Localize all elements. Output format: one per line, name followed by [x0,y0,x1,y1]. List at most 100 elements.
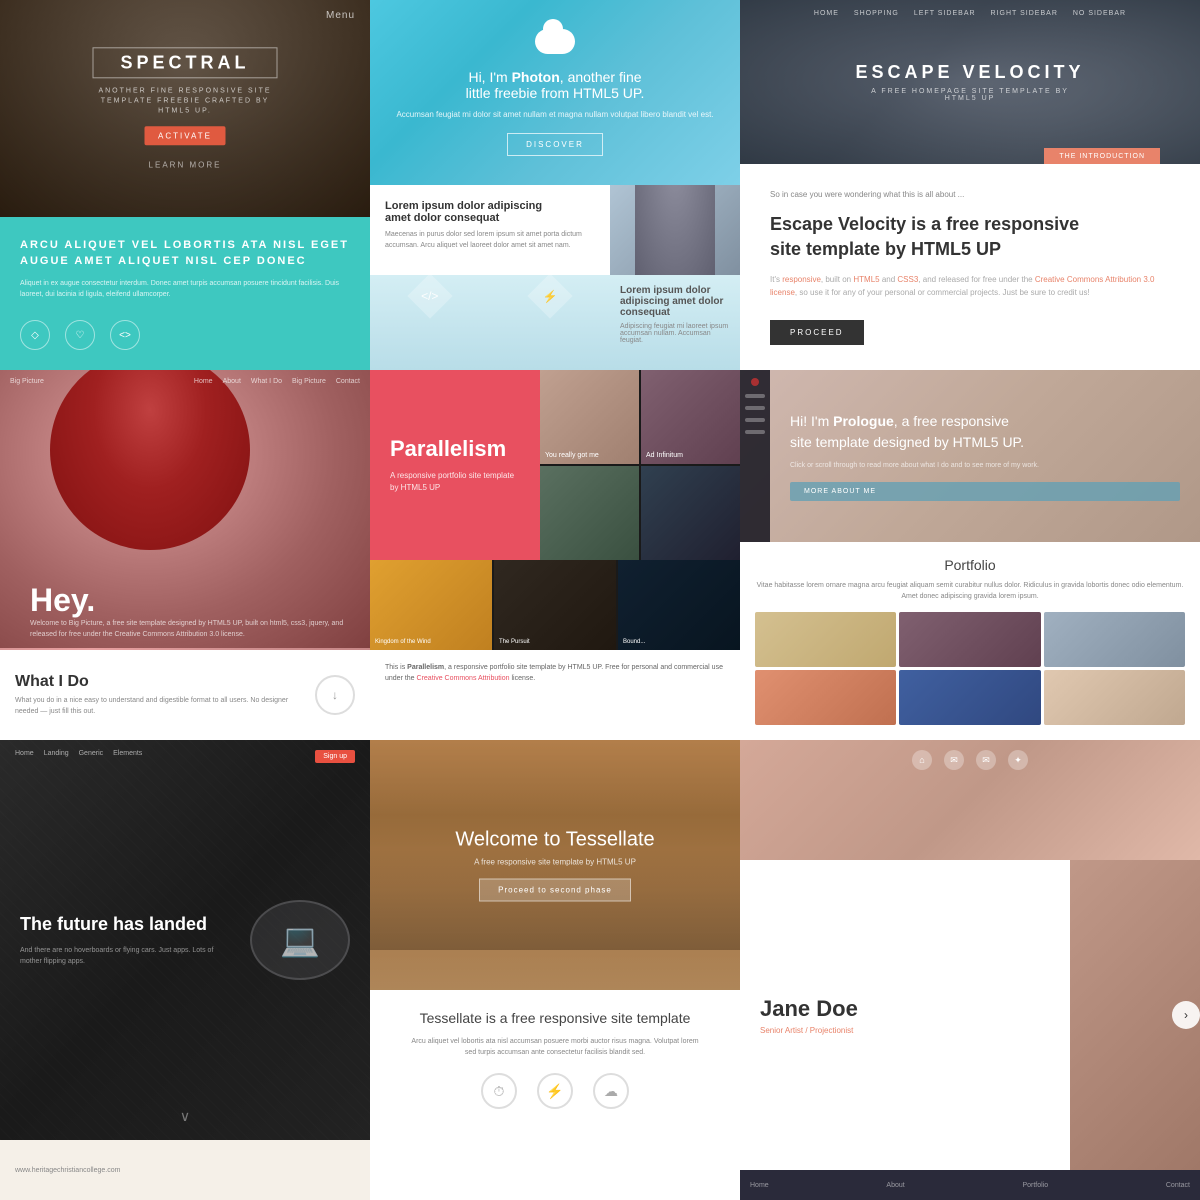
bigpic-nav-about[interactable]: About [223,378,241,385]
photon-body-text: Accumsan feugiat mi dolor sit amet nulla… [396,109,713,121]
bigpic-nav-contact[interactable]: Contact [336,378,360,385]
prologue-more-btn[interactable]: MORE ABOUT ME [790,482,1180,501]
landed-scroll-arrow[interactable]: ∨ [180,1108,190,1125]
bigpic-hair [50,370,250,550]
landed-nav-home[interactable]: Home [15,750,34,763]
escape-title: ESCAPE VELOCITY [855,62,1085,83]
spectral-learn-more[interactable]: LEARN MORE [93,160,278,169]
prologue-sidebar-item-4[interactable] [745,430,765,434]
prologue-portfolio-title: Portfolio [755,557,1185,573]
tess-bottom-text: Arcu aliquet vel lobortis ata nisl accum… [405,1036,705,1058]
bigpic-nav: Big Picture Home About What I Do Big Pic… [0,378,370,385]
prologue-portfolio: Portfolio Vitae habitasse lorem ornare m… [740,542,1200,740]
spectral-icon-2[interactable]: ♡ [65,320,95,350]
spectral-section-text: Aliquet in ex augue consectetur interdum… [20,278,350,300]
photon-code-icon: </> [421,289,438,303]
spectral-hero: Menu SPECTRAL ANOTHER FINE RESPONSIVE SI… [0,0,370,217]
escape-link-license[interactable]: Creative Commons Attribution 3.0 license [770,275,1154,297]
bigpic-nav-what[interactable]: What I Do [251,378,282,385]
photon-cloud-icon [535,29,575,54]
bigpic-template: Big Picture Home About What I Do Big Pic… [0,370,370,740]
escape-nav-left[interactable]: LEFT SIDEBAR [914,10,976,17]
spectral-icon-3[interactable]: <> [110,320,140,350]
escape-link-html5[interactable]: HTML5 [853,275,879,284]
jane-bottom-nav-home[interactable]: Home [750,1182,769,1189]
photon-diamond-1: </> [407,273,452,318]
bigpic-brand: Big Picture [10,378,44,385]
prologue-body: Click or scroll through to read more abo… [790,461,1180,472]
spectral-activate-btn[interactable]: ACTIVATE [144,126,226,145]
prologue-gallery-1[interactable] [755,612,896,667]
photon-feature-1: </> [370,275,490,370]
escape-link-css3[interactable]: CSS3 [897,275,918,284]
landed-signup-btn[interactable]: Sign up [315,750,355,763]
prologue-gallery-3[interactable] [1044,612,1185,667]
parallel-desc: This is Parallelism, a responsive portfo… [370,650,740,740]
prologue-gallery-2[interactable] [899,612,1040,667]
escape-nav-home[interactable]: HOME [814,10,839,17]
photon-feature-desc: Lorem ipsum dolor adipiscing amet dolor … [610,275,740,370]
parallel-img-2[interactable] [641,370,740,464]
spectral-icon-1[interactable]: ◇ [20,320,50,350]
parallelism-template: Parallelism A responsive portfolio site … [370,370,740,740]
bigpic-nav-big[interactable]: Big Picture [292,378,326,385]
jane-next-btn[interactable]: › [1172,1001,1200,1029]
landed-nav-generic[interactable]: Generic [79,750,104,763]
photon-content: Lorem ipsum dolor adipiscingamet dolor c… [370,185,740,275]
jane-bottom-nav-contact[interactable]: Contact [1166,1182,1190,1189]
bigpic-nav-home[interactable]: Home [194,378,213,385]
landed-hero: Home Landing Generic Elements Sign up Th… [0,740,370,1140]
prologue-gallery-4[interactable] [755,670,896,725]
photon-discover-btn[interactable]: DISCOVER [507,133,603,156]
landed-nav-landing[interactable]: Landing [44,750,69,763]
escape-proceed-btn[interactable]: PROCEED [770,320,864,345]
jane-template: ⌂ ✉ ✉ ✦ Jane Doe Senior Artist / Project… [740,740,1200,1200]
jane-home-icon[interactable]: ⌂ [912,750,932,770]
prologue-sidebar-dot [751,378,759,386]
tess-icon-2[interactable]: ⚡ [537,1073,573,1109]
tess-icon-1[interactable]: ⏱ [481,1073,517,1109]
escape-template: HOME SHOPPING LEFT SIDEBAR RIGHT SIDEBAR… [740,0,1200,370]
prologue-sidebar-item-1[interactable] [745,394,765,398]
prologue-sidebar-item-3[interactable] [745,418,765,422]
landed-nav-elements[interactable]: Elements [113,750,142,763]
prologue-gallery [755,612,1185,725]
jane-bottom-nav-about[interactable]: About [886,1182,904,1189]
prologue-gallery-5[interactable] [899,670,1040,725]
parallel-img-3[interactable] [540,466,639,560]
jane-mail-icon-2[interactable]: ✉ [976,750,996,770]
tess-icon-3[interactable]: ☁ [593,1073,629,1109]
landed-footer: www.heritagechristiancollege.com [0,1140,370,1200]
bigpic-down-arrow[interactable]: ↓ [315,675,355,715]
escape-nav-right[interactable]: RIGHT SIDEBAR [991,10,1058,17]
jane-social-icon[interactable]: ✦ [1008,750,1028,770]
tess-hero: Welcome to Tessellate A free responsive … [370,740,740,990]
photon-feature-text: Adipiscing feugiat mi laoreet ipsum accu… [620,323,730,344]
prologue-gallery-6[interactable] [1044,670,1185,725]
parallel-intro: Parallelism A responsive portfolio site … [370,370,540,560]
parallel-bottom-img-3[interactable] [618,560,740,650]
parallel-img-1[interactable] [540,370,639,464]
parallel-img-4[interactable] [641,466,740,560]
escape-link-responsive[interactable]: responsive [782,275,821,284]
landed-template: Home Landing Generic Elements Sign up Th… [0,740,370,1200]
escape-nav-shopping[interactable]: SHOPPING [854,10,899,17]
parallel-bottom-img-2[interactable] [494,560,616,650]
parallel-description: This is Parallelism, a responsive portfo… [385,662,725,684]
spectral-menu[interactable]: Menu [326,10,355,21]
escape-intro-tab[interactable]: THE INTRODUCTION [1044,148,1160,164]
prologue-sidebar [740,370,770,542]
spectral-template: Menu SPECTRAL ANOTHER FINE RESPONSIVE SI… [0,0,370,370]
prologue-greeting: Hi! I'm Prologue, a free responsivesite … [790,411,1180,453]
jane-mail-icon-1[interactable]: ✉ [944,750,964,770]
landed-nav: Home Landing Generic Elements Sign up [0,750,370,763]
bigpic-intro-text: Welcome to Big Picture, a free site temp… [30,619,370,640]
parallel-bottom-img-1[interactable] [370,560,492,650]
tess-proceed-btn[interactable]: Proceed to second phase [479,879,631,902]
parallel-license-link[interactable]: Creative Commons Attribution [417,675,510,682]
tess-subtitle: A free responsive site template by HTML5… [390,858,720,867]
landed-texture [0,740,370,1140]
escape-nav-no[interactable]: NO SIDEBAR [1073,10,1126,17]
prologue-sidebar-item-2[interactable] [745,406,765,410]
jane-bottom-nav-portfolio[interactable]: Portfolio [1022,1182,1048,1189]
